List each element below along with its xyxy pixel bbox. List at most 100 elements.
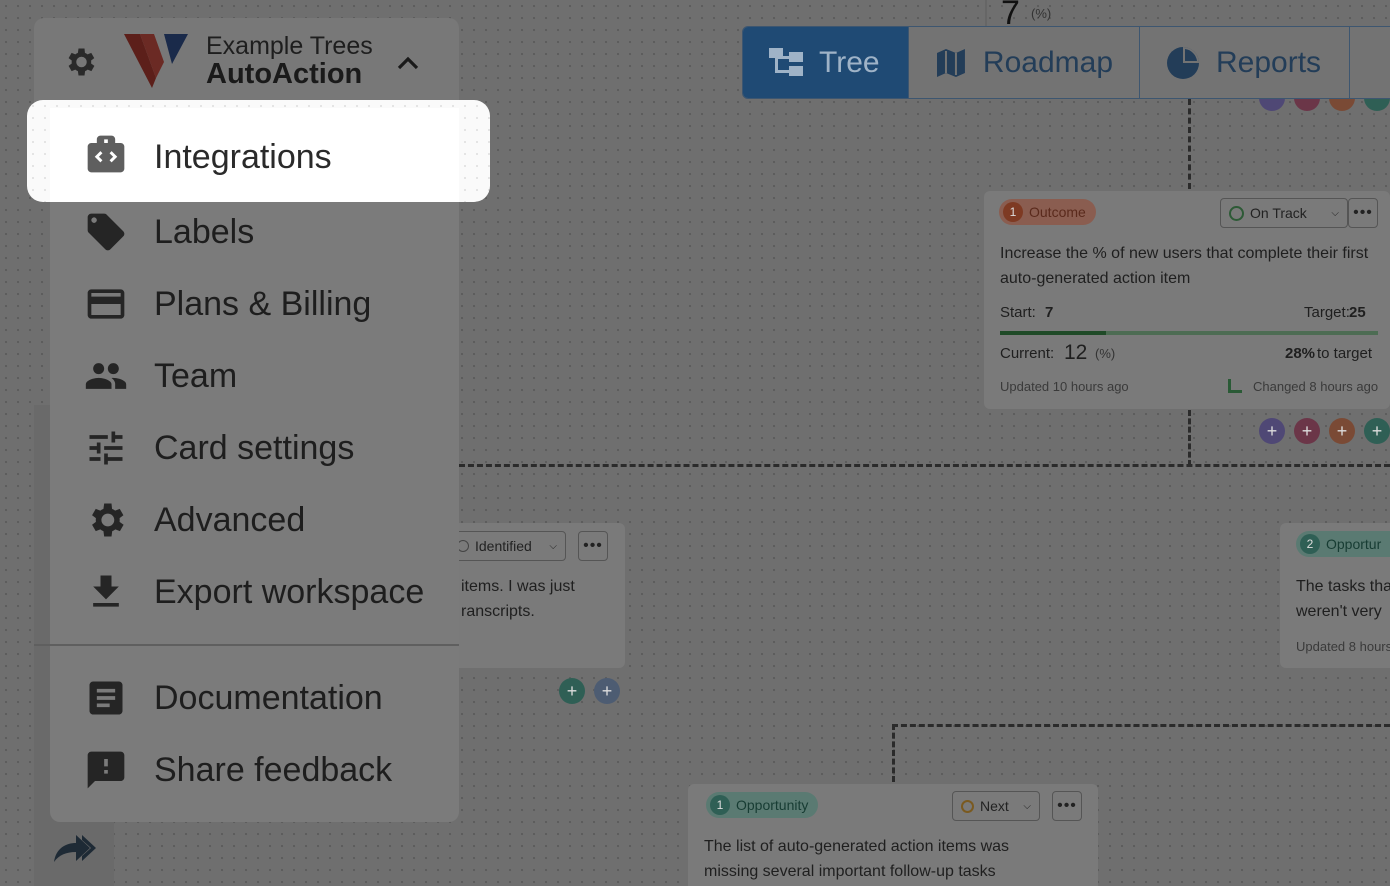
- menu-item-export-workspace[interactable]: Export workspace: [50, 556, 459, 628]
- share-arrows-icon[interactable]: [50, 832, 100, 866]
- card-text-line: The list of auto-generated action items …: [704, 838, 1010, 855]
- card-text-line: items. I was just: [461, 578, 575, 595]
- opportunity-card-left[interactable]: Identified ⌵ ••• items. I was just ransc…: [440, 523, 625, 668]
- gear-icon: [84, 498, 128, 542]
- add-child-button[interactable]: +: [559, 678, 585, 704]
- opportunity-type-pill: 2 Opportur: [1296, 531, 1390, 557]
- tab-tree[interactable]: Tree: [743, 27, 909, 98]
- more-options-button[interactable]: •••: [1052, 791, 1082, 821]
- add-child-button[interactable]: +: [1329, 418, 1355, 444]
- opportunity-card-right[interactable]: 2 Opportur The tasks tha weren't very Up…: [1280, 523, 1390, 668]
- card-number-badge: 2: [1300, 534, 1320, 554]
- status-label: Next: [980, 798, 1009, 814]
- chevron-down-icon: ⌵: [1023, 800, 1031, 812]
- outcome-card[interactable]: 1 Outcome On Track ⌵ ••• Increase the % …: [984, 191, 1390, 409]
- menu-item-label: Export workspace: [154, 572, 425, 611]
- tree-canvas[interactable]: 7 (%) 1 Outcome On Track ⌵ ••• Increase …: [0, 0, 1390, 886]
- connector-line: [892, 724, 895, 782]
- gear-icon[interactable]: [62, 44, 98, 80]
- card-number-badge: 1: [710, 795, 730, 815]
- tab-label: Roadmap: [982, 45, 1113, 79]
- menu-item-advanced[interactable]: Advanced: [50, 484, 459, 556]
- opportunity-type-pill: 1 Opportunity: [706, 792, 819, 818]
- to-target-text: to target: [1317, 345, 1373, 362]
- menu-item-documentation[interactable]: Documentation: [50, 662, 459, 734]
- card-text-line: ranscripts.: [461, 603, 535, 620]
- card-type-label: Opportur: [1326, 536, 1382, 552]
- card-text-line: weren't very: [1296, 603, 1382, 620]
- menu-item-card-settings[interactable]: Card settings: [50, 412, 459, 484]
- menu-item-integrations[interactable]: Integrations: [50, 108, 459, 202]
- menu-item-labels[interactable]: Labels: [50, 196, 459, 268]
- people-icon: [84, 354, 128, 398]
- add-child-button[interactable]: +: [1294, 418, 1320, 444]
- changed-timestamp: Changed 8 hours ago: [1253, 379, 1379, 394]
- updated-timestamp: Updated 8 hours: [1296, 639, 1390, 654]
- org-name: Example Trees: [206, 32, 373, 60]
- tab-more[interactable]: [1350, 27, 1390, 98]
- clock-icon: [961, 799, 974, 813]
- sliders-icon: [84, 426, 128, 470]
- start-label: Start:: [1000, 304, 1036, 321]
- add-child-button[interactable]: +: [1364, 418, 1390, 444]
- chevron-down-icon: ⌵: [549, 540, 557, 552]
- add-child-button[interactable]: +: [1259, 418, 1285, 444]
- target-value: 25: [1349, 304, 1366, 321]
- tree-icon: [769, 47, 803, 76]
- tree-icon: [1228, 379, 1242, 393]
- tab-label: Tree: [819, 45, 880, 79]
- menu-item-plans-billing[interactable]: Plans & Billing: [50, 268, 459, 340]
- progress-bar: [1000, 331, 1378, 335]
- menu-item-label: Integrations: [154, 138, 332, 176]
- chevron-down-icon: ⌵: [1331, 207, 1339, 219]
- menu-item-label: Card settings: [154, 428, 355, 467]
- current-unit: (%): [1095, 346, 1116, 361]
- current-label: Current:: [1000, 345, 1055, 362]
- feedback-icon: [84, 748, 128, 792]
- card-number-badge: 1: [1003, 202, 1023, 222]
- status-label: On Track: [1250, 205, 1307, 221]
- check-circle-icon: [1229, 205, 1244, 221]
- pie-chart-icon: [1167, 46, 1199, 79]
- outcome-type-pill: 1 Outcome: [999, 199, 1096, 225]
- download-icon: [84, 570, 128, 614]
- target-label: Target:: [1304, 304, 1350, 321]
- card-type-label: Outcome: [1029, 204, 1086, 220]
- status-dropdown[interactable]: On Track ⌵: [1220, 198, 1348, 228]
- view-tabs: Tree Roadmap Reports: [742, 26, 1390, 99]
- workspace-header[interactable]: Example Trees AutoAction: [34, 18, 459, 108]
- tab-roadmap[interactable]: Roadmap: [909, 27, 1140, 98]
- menu-divider: [34, 644, 459, 646]
- connector-line: [892, 724, 1390, 727]
- opportunity-card-bottom[interactable]: 1 Opportunity Next ⌵ ••• The list of aut…: [688, 784, 1098, 886]
- top-metric-unit: (%): [1031, 6, 1052, 21]
- chevron-up-icon[interactable]: [397, 56, 419, 70]
- credit-card-icon: [84, 282, 128, 326]
- add-child-button[interactable]: +: [594, 678, 620, 704]
- menu-item-label: Plans & Billing: [154, 284, 372, 323]
- connector-line: [1188, 410, 1191, 466]
- more-options-button[interactable]: •••: [578, 531, 608, 561]
- tab-reports[interactable]: Reports: [1140, 27, 1350, 98]
- menu-item-share-feedback[interactable]: Share feedback: [50, 734, 459, 806]
- more-options-button[interactable]: •••: [1348, 198, 1378, 228]
- current-value: 12: [1064, 341, 1088, 364]
- tab-label: Reports: [1216, 45, 1322, 79]
- workspace-name: AutoAction: [206, 58, 363, 90]
- card-text-line: missing several important follow-up task…: [704, 863, 996, 880]
- integrations-icon: [84, 132, 128, 176]
- menu-item-label: Advanced: [154, 500, 306, 539]
- connector-line: [1188, 99, 1191, 189]
- card-description: Increase the % of new users that complet…: [1000, 245, 1369, 287]
- menu-item-label: Team: [154, 356, 238, 395]
- menu-item-team[interactable]: Team: [50, 340, 459, 412]
- workspace-logo: [124, 34, 188, 88]
- card-type-label: Opportunity: [736, 797, 809, 813]
- top-metric: 7 (%): [985, 0, 1390, 32]
- progress-bar-fill: [1000, 331, 1106, 335]
- document-icon: [84, 676, 128, 720]
- workspace-menu: Labels Plans & Billing Team Card setting…: [50, 100, 459, 822]
- status-dropdown[interactable]: Identified ⌵: [448, 531, 566, 561]
- start-value: 7: [1045, 304, 1054, 321]
- status-dropdown[interactable]: Next ⌵: [952, 791, 1040, 821]
